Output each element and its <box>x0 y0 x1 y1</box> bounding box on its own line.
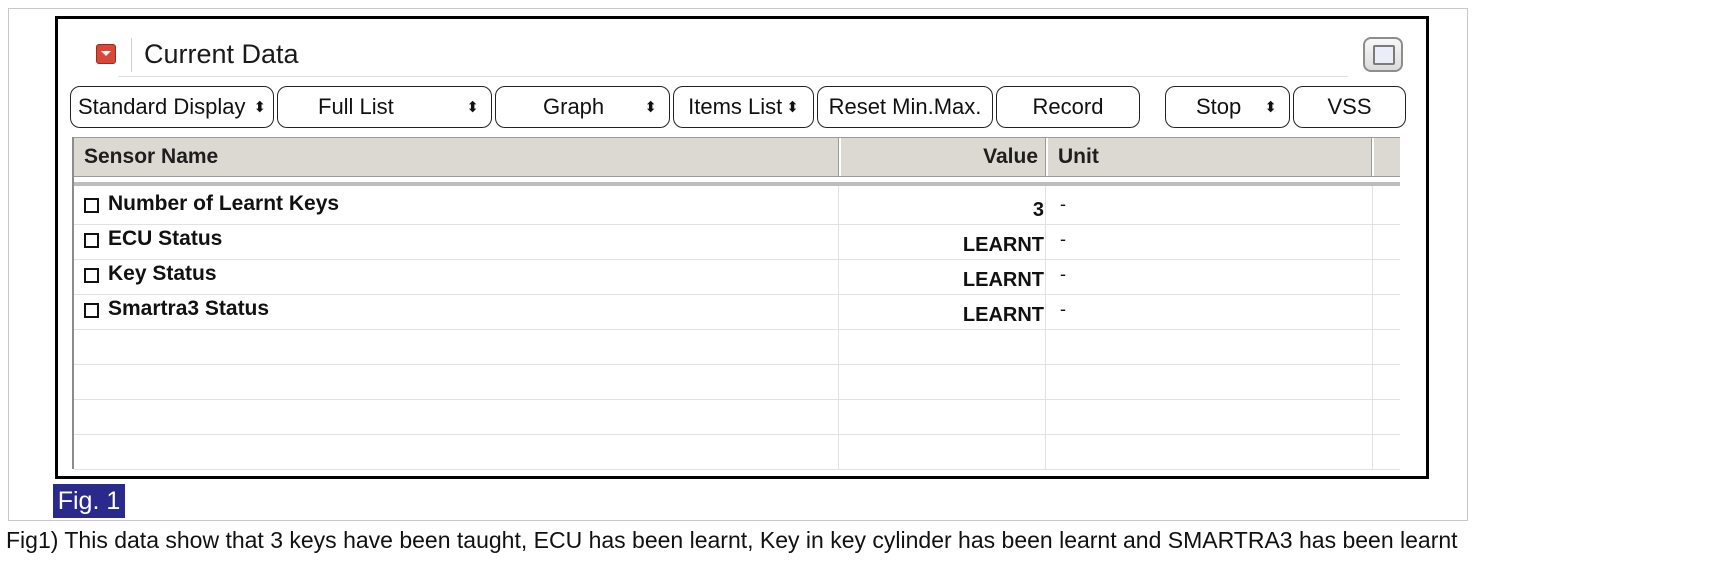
record-button[interactable]: Record <box>996 86 1140 128</box>
sensor-unit: - <box>1060 229 1066 249</box>
select-arrows-icon: ⬍ <box>644 99 657 116</box>
window-toggle-icon[interactable] <box>1363 37 1403 72</box>
collapse-menu-icon[interactable] <box>96 44 116 64</box>
header-rule <box>118 76 1348 77</box>
graph-label: Graph <box>543 94 605 119</box>
table-row[interactable]: ECU Status LEARNT - <box>74 225 1400 260</box>
select-arrows-icon: ⬍ <box>466 99 479 116</box>
row-checkbox[interactable] <box>84 198 99 213</box>
row-checkbox[interactable] <box>84 303 99 318</box>
figure-label: Fig. 1 <box>53 484 125 518</box>
reset-min-max-button[interactable]: Reset Min.Max. <box>817 86 993 128</box>
column-divider <box>1371 138 1374 176</box>
sensor-unit: - <box>1060 264 1066 284</box>
sensor-value: LEARNT <box>962 269 1044 291</box>
full-list-select[interactable]: Full List ⬍ <box>277 86 492 128</box>
header-divider <box>131 38 132 72</box>
current-data-panel: Current Data Standard Display ⬍ Full Lis… <box>55 16 1429 479</box>
row-checkbox[interactable] <box>84 233 99 248</box>
table-header: Sensor Name Value Unit <box>74 137 1400 177</box>
standard-display-label: Standard Display <box>77 94 246 119</box>
table-row[interactable]: Key Status LEARNT - <box>74 260 1400 295</box>
column-header-value[interactable]: Value <box>983 138 1038 176</box>
sensor-name: ECU Status <box>108 227 223 250</box>
sensor-unit: - <box>1060 194 1066 214</box>
sensor-value: 3 <box>1032 199 1044 221</box>
empty-table-row <box>74 435 1400 470</box>
empty-table-row <box>74 400 1400 435</box>
sensor-name: Key Status <box>108 262 217 285</box>
column-header-unit[interactable]: Unit <box>1058 138 1099 176</box>
items-list-label: Items List <box>688 94 783 119</box>
row-checkbox[interactable] <box>84 268 99 283</box>
record-label: Record <box>1032 94 1104 119</box>
empty-table-row <box>74 330 1400 365</box>
table-row[interactable]: Number of Learnt Keys 3 - <box>74 190 1400 225</box>
column-divider <box>1045 138 1048 176</box>
vss-label: VSS <box>1327 94 1372 119</box>
reset-min-max-label: Reset Min.Max. <box>828 94 982 119</box>
items-list-select[interactable]: Items List ⬍ <box>673 86 814 128</box>
column-header-sensor-name[interactable]: Sensor Name <box>84 138 218 176</box>
standard-display-select[interactable]: Standard Display ⬍ <box>70 86 274 128</box>
sensor-name: Smartra3 Status <box>108 297 270 320</box>
stop-select[interactable]: Stop ⬍ <box>1165 86 1290 128</box>
full-list-label: Full List <box>318 94 394 119</box>
graph-select[interactable]: Graph ⬍ <box>495 86 670 128</box>
figure-caption: Fig1) This data show that 3 keys have be… <box>6 527 1458 553</box>
vss-button[interactable]: VSS <box>1293 86 1406 128</box>
table-row[interactable]: Smartra3 Status LEARNT - <box>74 295 1400 330</box>
column-divider <box>838 138 841 176</box>
select-arrows-icon: ⬍ <box>786 99 799 116</box>
empty-table-row <box>74 365 1400 400</box>
sensor-unit: - <box>1060 299 1066 319</box>
panel-title: Current Data <box>144 39 299 69</box>
sensor-value: LEARNT <box>962 304 1044 326</box>
select-arrows-icon: ⬍ <box>253 99 267 116</box>
header-shadow <box>74 182 1400 186</box>
sensor-name: Number of Learnt Keys <box>108 192 340 215</box>
sensor-value: LEARNT <box>962 234 1044 256</box>
figure-canvas: Current Data Standard Display ⬍ Full Lis… <box>0 0 1714 564</box>
select-arrows-icon: ⬍ <box>1264 99 1277 116</box>
stop-label: Stop <box>1196 94 1242 119</box>
sensor-data-table: Sensor Name Value Unit Number of Learnt … <box>72 137 1400 470</box>
